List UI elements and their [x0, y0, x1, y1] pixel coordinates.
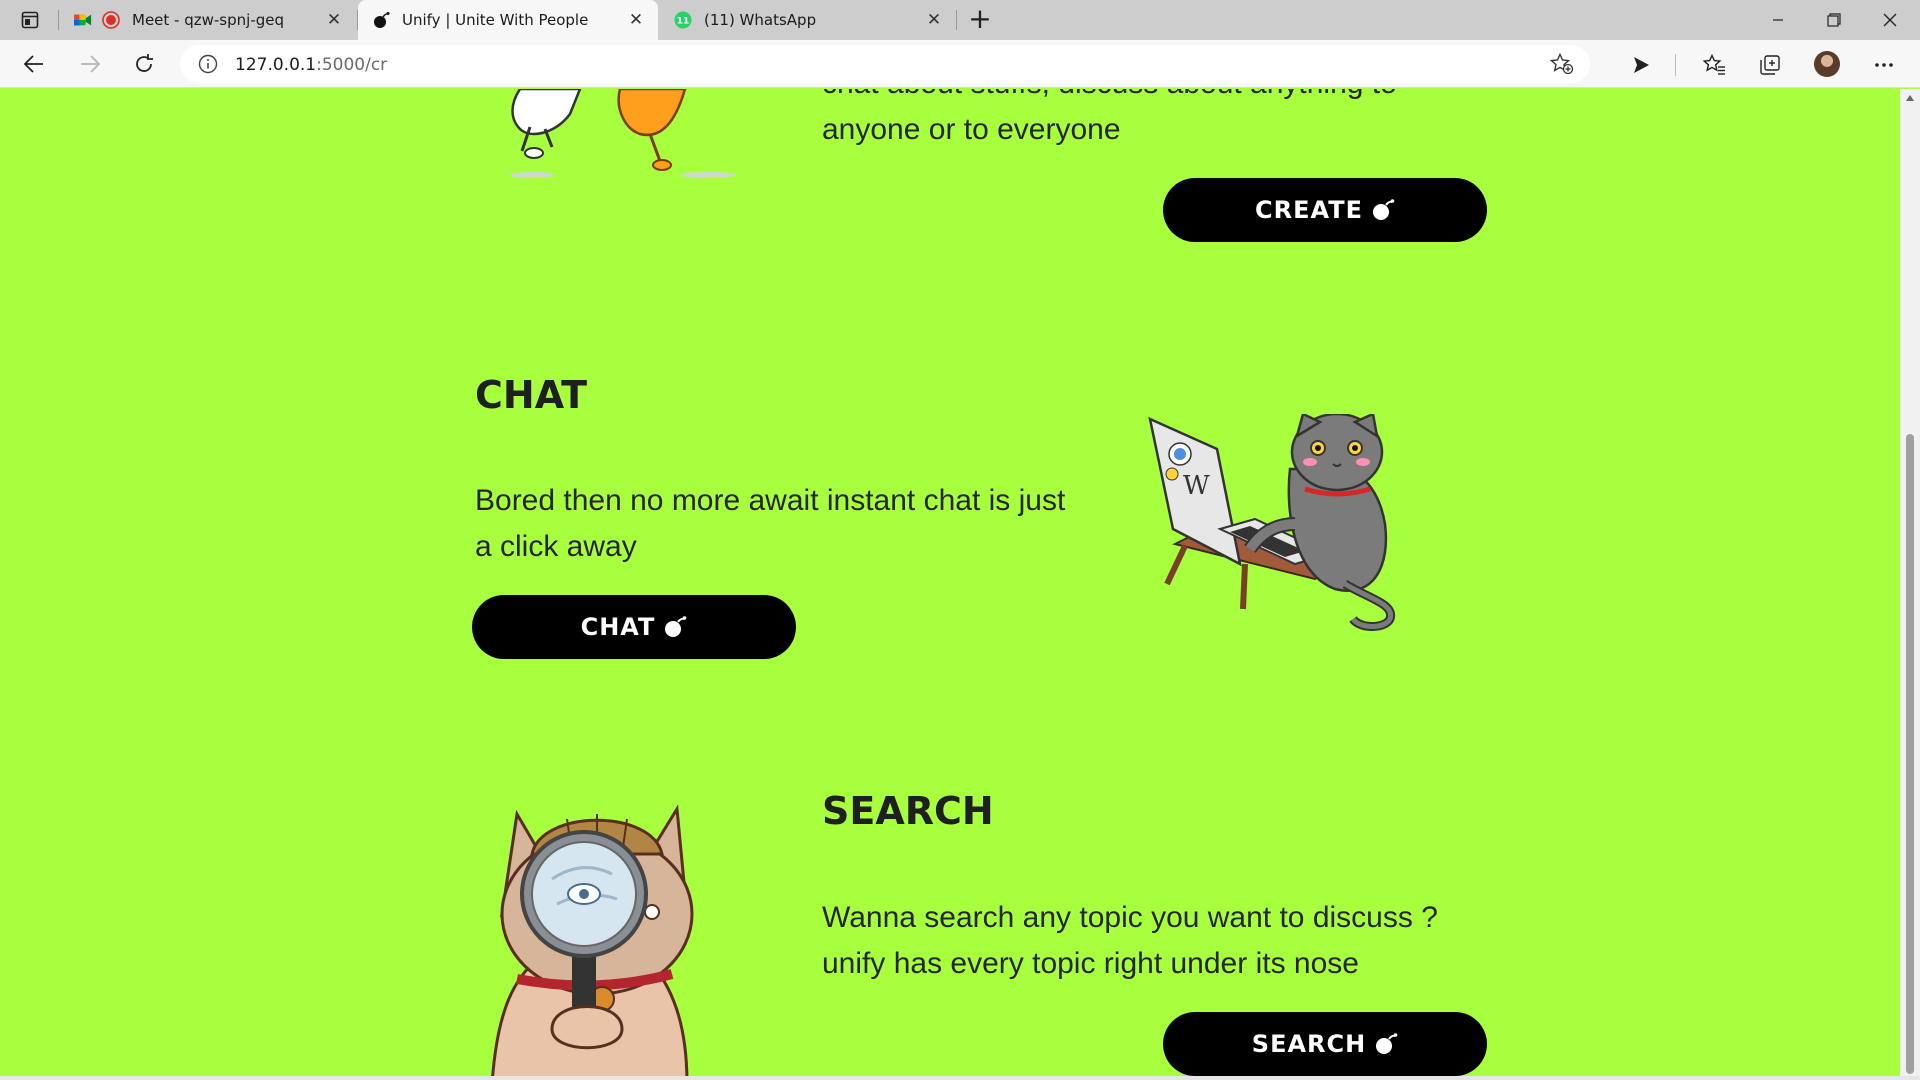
chat-button-label: CHAT	[580, 613, 656, 641]
close-tab-icon[interactable]: ✕	[622, 10, 650, 30]
bomb-icon	[1371, 198, 1395, 222]
scrollbar-thumb[interactable]	[1906, 434, 1914, 1074]
svg-text:W: W	[1183, 471, 1210, 501]
more-options-icon[interactable]	[1871, 52, 1897, 78]
create-description-cut: chat about stuffs, discuss about anythin…	[822, 89, 1442, 107]
refresh-button[interactable]	[126, 48, 162, 80]
tab-title: Unify | Unite With People	[402, 11, 589, 29]
toolbar-divider	[1675, 54, 1676, 76]
search-button-label: SEARCH	[1251, 1030, 1367, 1058]
new-tab-button[interactable]: +	[964, 4, 996, 36]
restore-button[interactable]	[1806, 0, 1862, 40]
search-heading: SEARCH	[822, 789, 994, 833]
close-tab-icon[interactable]: ✕	[920, 10, 948, 30]
tab-title: Meet - qzw-spnj-geq	[132, 11, 284, 29]
tab-whatsapp[interactable]: 11 (11) WhatsApp ✕	[660, 0, 956, 40]
tab-title: (11) WhatsApp	[704, 11, 817, 29]
dancing-cats-illustration	[510, 89, 736, 178]
url-path: :5000/cr	[316, 55, 388, 75]
create-button-label: CREATE	[1255, 196, 1363, 224]
chat-button[interactable]: CHAT	[472, 595, 796, 659]
site-info-icon[interactable]	[198, 54, 218, 74]
search-button[interactable]: SEARCH	[1163, 1012, 1487, 1076]
bomb-icon	[372, 11, 390, 29]
scroll-up-arrow-icon[interactable]	[1906, 95, 1914, 101]
horizontal-scrollbar[interactable]	[0, 1076, 1920, 1080]
browser-toolbar: 127.0.0.1:5000/cr	[0, 40, 1920, 88]
tab-actions-icon[interactable]	[14, 8, 46, 32]
recording-icon	[102, 11, 120, 29]
create-description: anyone or to everyone	[822, 113, 1121, 146]
whatsapp-badge: 11	[677, 17, 690, 27]
laptop-cat-illustration: W	[1148, 414, 1396, 631]
url-text: 127.0.0.1:5000/cr	[235, 55, 387, 75]
tab-meet[interactable]: Meet - qzw-spnj-geq ✕	[60, 0, 356, 40]
bomb-icon	[663, 615, 687, 639]
vertical-scrollbar[interactable]	[1900, 89, 1920, 1080]
back-button[interactable]	[16, 48, 52, 80]
forward-button[interactable]	[72, 48, 108, 80]
search-description: Wanna search any topic you want to discu…	[822, 901, 1438, 980]
url-host: 127.0.0.1	[235, 55, 317, 75]
send-icon[interactable]	[1628, 52, 1654, 78]
favorites-icon[interactable]	[1702, 52, 1728, 78]
chat-description: Bored then no more await instant chat is…	[475, 484, 1066, 563]
create-button[interactable]: CREATE	[1163, 178, 1487, 242]
close-window-button[interactable]	[1862, 0, 1918, 40]
detective-cat-illustration	[490, 804, 694, 1080]
minimize-button[interactable]	[1750, 0, 1806, 40]
tab-strip: Meet - qzw-spnj-geq ✕ Unify | Unite With…	[0, 0, 1920, 40]
whatsapp-icon: 11	[674, 11, 692, 29]
close-tab-icon[interactable]: ✕	[320, 10, 348, 30]
bomb-icon	[1374, 1032, 1398, 1056]
page-content: chat about stuffs, discuss about anythin…	[0, 89, 1900, 1080]
profile-avatar[interactable]	[1814, 51, 1840, 77]
google-meet-icon	[74, 11, 92, 29]
chat-heading: CHAT	[475, 373, 588, 417]
tab-unify[interactable]: Unify | Unite With People ✕	[358, 0, 658, 40]
tab-separator	[58, 10, 59, 30]
add-favorite-icon[interactable]	[1549, 52, 1574, 75]
tab-separator	[956, 10, 957, 30]
collections-icon[interactable]	[1757, 52, 1783, 78]
address-bar[interactable]: 127.0.0.1:5000/cr	[180, 45, 1590, 83]
